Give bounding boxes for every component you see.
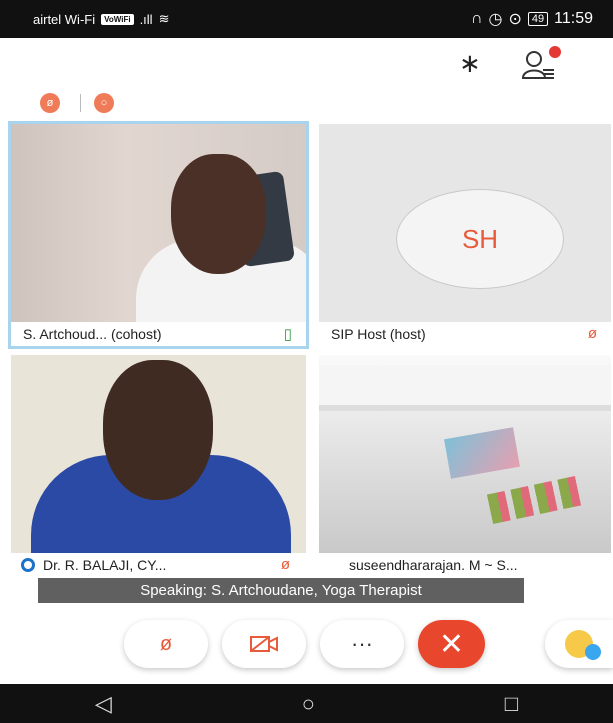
mic-on-icon: ▯	[283, 326, 292, 343]
more-icon: ···	[351, 631, 373, 656]
battery-icon: 49	[527, 12, 549, 26]
location-icon: ⊙	[508, 11, 522, 28]
carrier-label: airtel Wi-Fi	[33, 11, 96, 27]
recents-icon[interactable]: □	[505, 691, 518, 717]
signal-icon: .ıll	[139, 11, 153, 27]
navigation-bar: ◁ ○ □	[0, 684, 613, 723]
mic-off-indicator-icon: ø	[40, 93, 60, 113]
mic-off-icon: ø	[587, 325, 597, 342]
wifi-icon: ≋	[158, 11, 170, 26]
participant-name: SIP Host (host)	[331, 326, 426, 342]
notification-dot	[549, 46, 561, 58]
mic-off-icon: ø	[280, 556, 290, 573]
status-time: 11:59	[554, 10, 593, 27]
speaking-banner: Speaking: S. Artchoudane, Yoga Therapist	[38, 578, 524, 603]
participant-name: Dr. R. BALAJI, CY...	[43, 557, 167, 573]
video-tile-balaji[interactable]: Dr. R. BALAJI, CY... ø	[11, 355, 306, 577]
mute-button[interactable]: ø	[124, 620, 208, 668]
bluetooth-icon[interactable]: ∗	[459, 48, 481, 79]
close-icon: ✕	[438, 627, 465, 661]
video-tile-sip-host[interactable]: SH SIP Host (host) ø	[319, 124, 611, 346]
participants-icon[interactable]	[521, 46, 561, 84]
alarm-icon: ◷	[488, 11, 503, 28]
video-tile-artchoudane[interactable]: S. Artchoud... (cohost) ▯	[8, 121, 309, 349]
video-feed	[319, 355, 611, 553]
mic-off-lock-icon: ø	[159, 632, 173, 655]
vowifi-badge: VoWiFi	[101, 13, 134, 25]
home-icon[interactable]: ○	[302, 691, 315, 717]
video-feed	[11, 355, 306, 555]
video-toggle-button[interactable]	[222, 620, 306, 668]
tile-label: S. Artchoud... (cohost) ▯	[11, 322, 306, 346]
avatar: SH	[396, 189, 564, 289]
emoji-icon	[565, 630, 601, 660]
reactions-button[interactable]	[545, 620, 613, 668]
video-tile-suseendhararajan[interactable]: suseendhararajan. M ~ S...	[319, 355, 611, 577]
tile-label: suseendhararajan. M ~ S...	[319, 553, 611, 577]
tile-label: SIP Host (host) ø	[319, 322, 611, 346]
participant-name: suseendhararajan. M ~ S...	[349, 557, 518, 573]
indicator-divider	[80, 94, 81, 112]
status-bar: airtel Wi-Fi VoWiFi .ıll ≋ ∩ ◷ ⊙ 49 11:5…	[0, 0, 613, 38]
end-call-button[interactable]: ✕	[418, 620, 485, 668]
app-logo-icon	[21, 558, 35, 572]
back-icon[interactable]: ◁	[95, 691, 112, 717]
tile-label: Dr. R. BALAJI, CY... ø	[11, 553, 306, 577]
participant-name: S. Artchoud... (cohost)	[23, 326, 162, 342]
video-off-icon	[250, 636, 278, 652]
recording-indicator-icon: ○	[94, 93, 114, 113]
headset-icon: ∩	[471, 10, 483, 27]
video-feed	[11, 124, 306, 339]
more-options-button[interactable]: ···	[320, 620, 404, 668]
